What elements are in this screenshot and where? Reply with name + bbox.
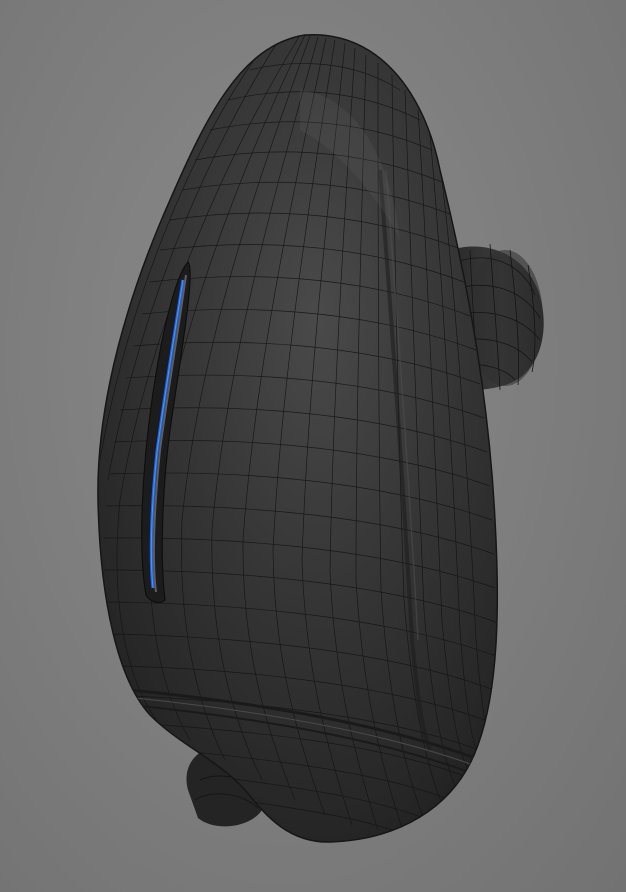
3d-viewport[interactable]: [0, 0, 626, 892]
model-render: [97, 34, 544, 843]
